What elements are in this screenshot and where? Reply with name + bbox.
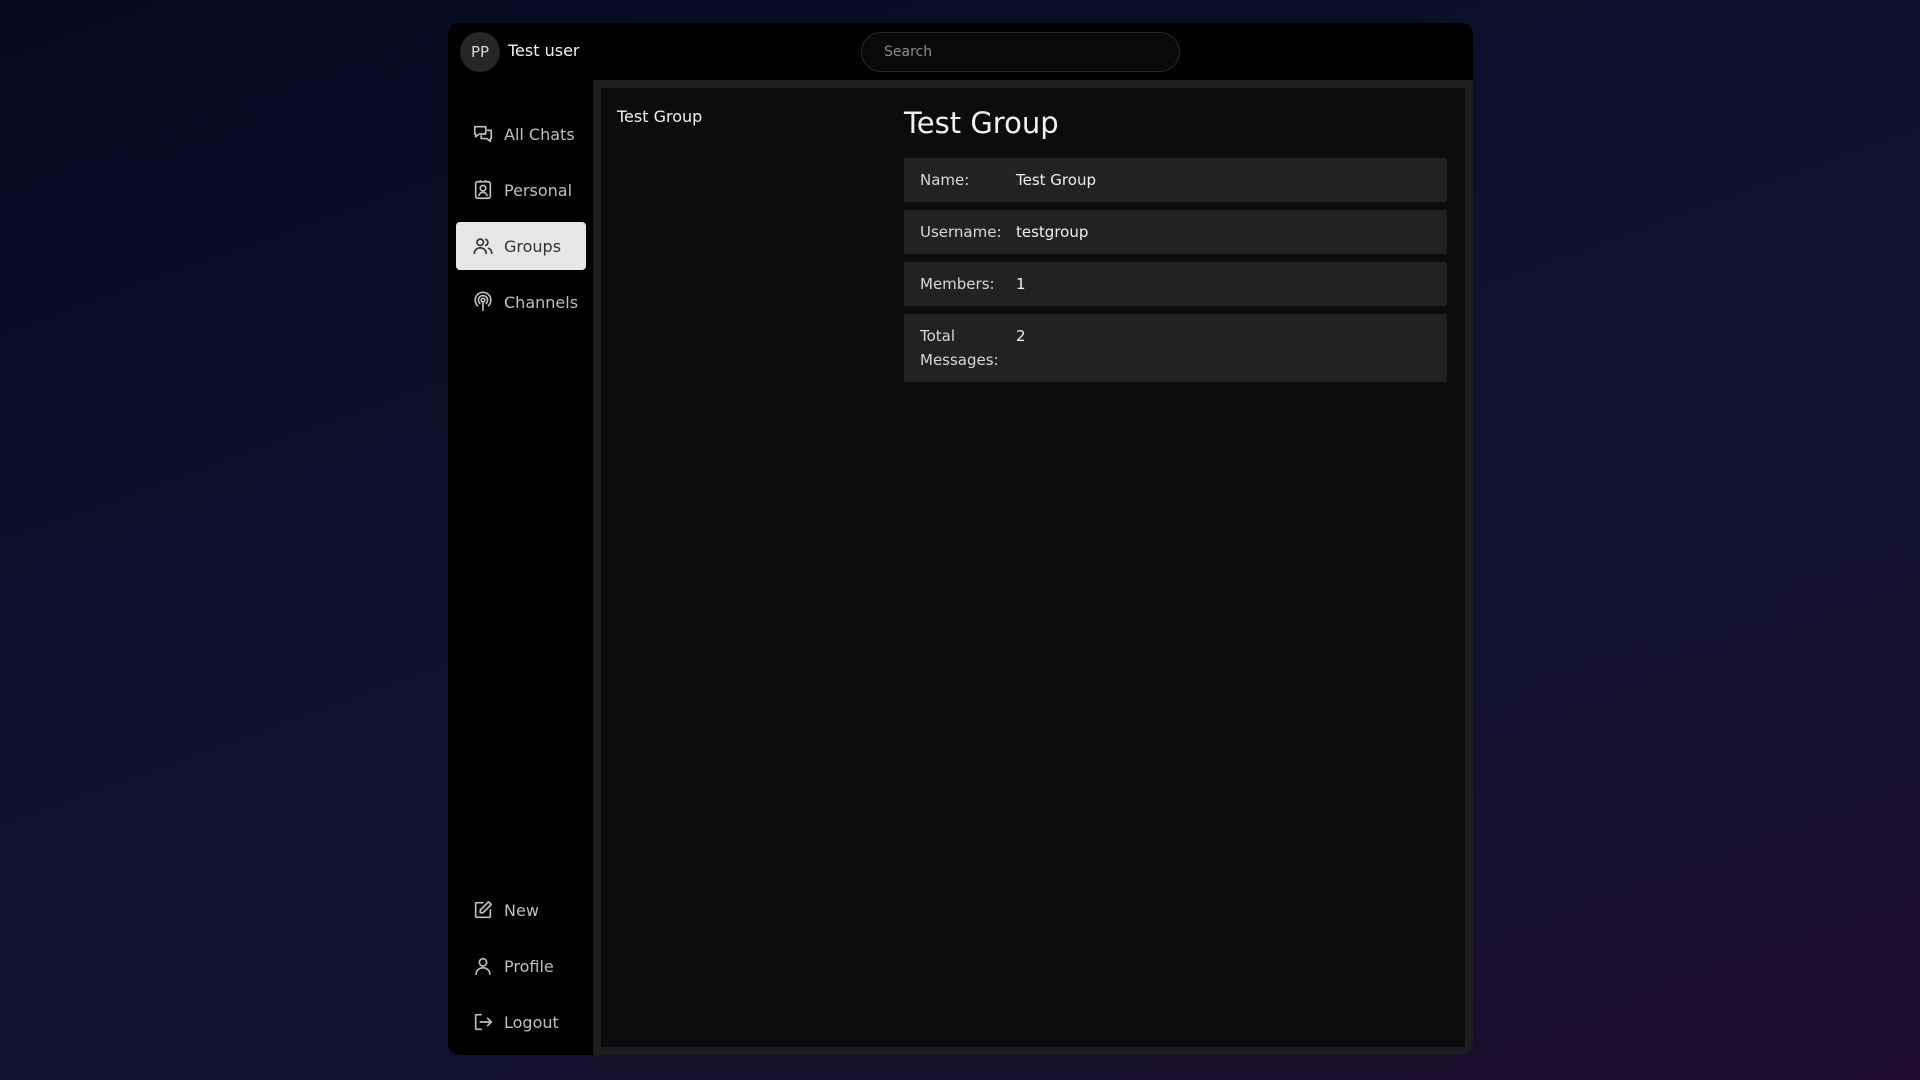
- edit-icon: [474, 900, 493, 919]
- content-area: Test Group Test Group Name: Test Group U…: [601, 88, 1465, 1047]
- info-row-username: Username: testgroup: [904, 210, 1447, 254]
- current-username: Test user: [508, 41, 580, 60]
- contact-card-icon: [474, 180, 492, 200]
- sidebar-item-profile[interactable]: Profile: [456, 942, 586, 990]
- top-bar: PP Test user: [448, 23, 1473, 80]
- sidebar-item-logout[interactable]: Logout: [456, 998, 586, 1046]
- info-row-members: Members: 1: [904, 262, 1447, 306]
- info-value: 2: [1016, 327, 1026, 345]
- info-row-total-messages: Total Messages: 2: [904, 314, 1447, 382]
- info-value: testgroup: [1016, 223, 1089, 241]
- sidebar-item-label: Groups: [504, 236, 562, 256]
- sidebar-item-personal[interactable]: Personal: [456, 166, 586, 214]
- logout-icon: [474, 1013, 493, 1031]
- user-icon: [475, 957, 491, 976]
- avatar[interactable]: PP: [460, 32, 500, 72]
- users-icon: [473, 238, 493, 255]
- chat-list-item[interactable]: Test Group: [617, 107, 702, 126]
- sidebar-item-label: Profile: [504, 956, 554, 976]
- sidebar-item-label: Channels: [504, 292, 579, 312]
- info-label: Username:: [920, 223, 1002, 241]
- page-title: Test Group: [904, 106, 1059, 140]
- info-row-name: Name: Test Group: [904, 158, 1447, 202]
- group-details: Test Group Name: Test Group Username: te…: [904, 106, 1447, 390]
- chat-bubbles-icon: [473, 125, 493, 143]
- app-window: PP Test user All Chats Personal: [448, 23, 1473, 1055]
- info-value: 1: [1016, 275, 1026, 293]
- sidebar-item-label: New: [504, 900, 539, 920]
- sidebar-item-label: All Chats: [504, 124, 575, 144]
- search-input[interactable]: [861, 32, 1180, 72]
- info-label: Name:: [920, 171, 970, 189]
- sidebar-item-new[interactable]: New: [456, 886, 586, 934]
- info-value: Test Group: [1016, 171, 1096, 189]
- main-panel: Test Group Test Group Name: Test Group U…: [593, 80, 1473, 1055]
- sidebar-item-groups[interactable]: Groups: [456, 222, 586, 270]
- info-label: Members:: [920, 275, 995, 293]
- sidebar-item-label: Logout: [504, 1012, 559, 1032]
- broadcast-icon: [474, 291, 492, 312]
- chat-list: Test Group: [601, 88, 889, 1047]
- sidebar-item-label: Personal: [504, 180, 573, 200]
- sidebar-item-all-chats[interactable]: All Chats: [456, 110, 586, 158]
- sidebar: All Chats Personal Groups Channels New P…: [448, 80, 593, 1055]
- info-label: Total Messages:: [920, 327, 999, 369]
- sidebar-item-channels[interactable]: Channels: [456, 278, 586, 326]
